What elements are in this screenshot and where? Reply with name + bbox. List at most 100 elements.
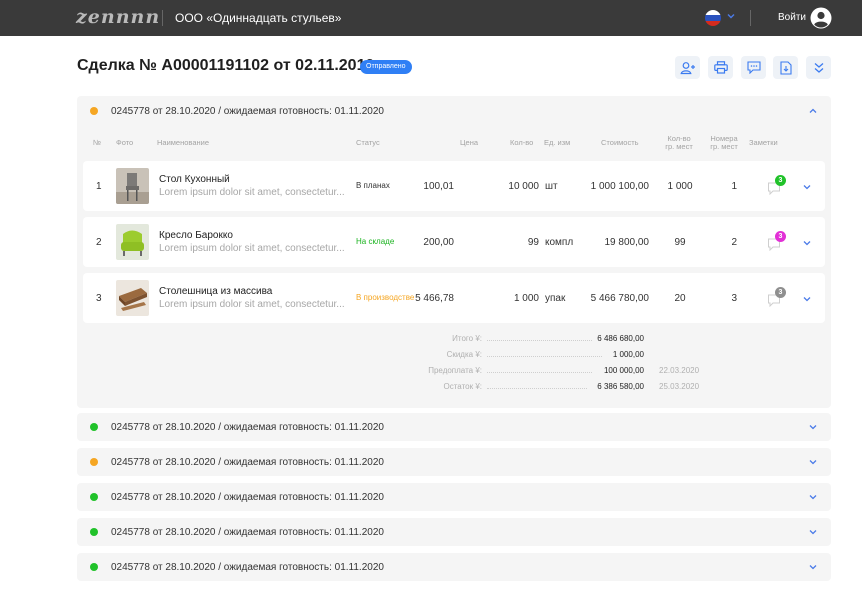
column-header-num: № — [93, 138, 102, 147]
order-status-dot — [90, 458, 98, 466]
notes-button[interactable]: 3 — [767, 287, 787, 309]
chevron-down-icon[interactable] — [808, 422, 818, 432]
column-header-numbers-line2: гр. мест — [710, 142, 738, 151]
order-header[interactable]: 0245778 от 28.10.2020 / ожидаемая готовн… — [111, 527, 384, 538]
chevron-down-icon[interactable] — [802, 294, 812, 304]
summary-rest-value: 6 386 580,00 — [597, 382, 644, 391]
document-button[interactable] — [773, 56, 798, 79]
column-header-status: Статус — [356, 138, 380, 147]
expand-all-icon — [814, 62, 823, 73]
chevron-down-icon[interactable] — [808, 527, 818, 537]
order-header[interactable]: 0245778 от 28.10.2020 / ожидаемая готовн… — [111, 106, 384, 117]
item-unit: шт — [545, 181, 558, 192]
notes-count-badge: 3 — [775, 287, 786, 298]
item-status: В производстве — [356, 293, 415, 302]
column-header-name: Наименование — [157, 138, 209, 147]
item-cost: 5 466 780,00 — [590, 293, 649, 304]
item-status: На складе — [356, 237, 395, 246]
order-row-collapsed[interactable]: 0245778 от 28.10.2020 / ожидаемая готовн… — [77, 413, 831, 441]
item-numbers: 2 — [731, 237, 737, 248]
item-places: 20 — [674, 293, 686, 304]
item-numbers: 1 — [731, 181, 737, 192]
row-number: 1 — [96, 181, 102, 192]
chevron-down-icon[interactable] — [808, 457, 818, 467]
company-name[interactable]: ООО «Одиннадцать стульев» — [175, 11, 341, 25]
logo-divider — [162, 10, 163, 26]
item-unit: компл — [545, 237, 574, 248]
product-photo — [116, 168, 149, 204]
column-header-qty: Кол-во — [510, 138, 534, 147]
row-number: 3 — [96, 293, 102, 304]
order-status-dot — [90, 423, 98, 431]
item-unit: упак — [545, 293, 566, 304]
order-header[interactable]: 0245778 от 28.10.2020 / ожидаемая готовн… — [111, 562, 384, 573]
order-header[interactable]: 0245778 от 28.10.2020 / ожидаемая готовн… — [111, 422, 384, 433]
chevron-down-icon[interactable] — [808, 492, 818, 502]
add-user-button[interactable] — [675, 56, 700, 79]
summary-prepay-label: Предоплата ¥: — [428, 366, 482, 375]
summary-prepay-date: 22.03.2020 — [659, 366, 700, 375]
product-name[interactable]: Кресло Барокко — [159, 230, 233, 241]
print-button[interactable] — [708, 56, 733, 79]
chevron-down-icon[interactable] — [802, 182, 812, 192]
product-description: Lorem ipsum dolor sit amet, consectetur.… — [159, 243, 345, 254]
product-name[interactable]: Стол Кухонный — [159, 174, 230, 185]
chevron-up-icon[interactable] — [808, 106, 818, 116]
notes-count-badge: 3 — [775, 231, 786, 242]
summary-rest-label: Остаток ¥: — [443, 382, 483, 391]
table-row[interactable]: 3 Столешница из массива Lorem ipsum dolo… — [83, 273, 825, 323]
summary-total-value: 6 486 680,00 — [597, 334, 644, 343]
chevron-down-icon[interactable] — [726, 11, 736, 21]
summary-rest-date: 25.03.2020 — [659, 382, 700, 391]
login-button[interactable]: Войти — [778, 12, 806, 23]
document-icon — [779, 60, 792, 75]
chevron-down-icon[interactable] — [802, 238, 812, 248]
add-user-icon — [679, 61, 695, 74]
top-bar: zennnn ООО «Одиннадцать стульев» Войти — [0, 0, 862, 36]
page-title: Сделка № А00001191102 от 02.11.2019 — [77, 57, 375, 74]
order-row-collapsed[interactable]: 0245778 от 28.10.2020 / ожидаемая готовн… — [77, 553, 831, 581]
item-cost: 19 800,00 — [604, 237, 650, 248]
product-description: Lorem ipsum dolor sit amet, consectetur.… — [159, 299, 345, 310]
item-price: 5 466,78 — [415, 293, 454, 304]
item-status: В планах — [356, 181, 390, 190]
product-name[interactable]: Столешница из массива — [159, 286, 272, 297]
order-status-dot — [90, 563, 98, 571]
item-qty: 1 000 — [513, 293, 539, 304]
order-panel-expanded: 0245778 от 28.10.2020 / ожидаемая готовн… — [77, 96, 831, 408]
print-icon — [713, 61, 728, 74]
notes-button[interactable]: 3 — [767, 175, 787, 197]
column-header-places-line2: гр. мест — [665, 142, 693, 151]
table-row[interactable]: 2 Кресло Барокко Lorem ipsum dolor sit a… — [83, 217, 825, 267]
notes-button[interactable]: 3 — [767, 231, 787, 253]
product-photo — [116, 224, 149, 260]
row-number: 2 — [96, 237, 102, 248]
user-avatar-icon[interactable] — [810, 7, 832, 29]
language-flag-icon[interactable] — [705, 10, 721, 26]
expand-all-button[interactable] — [806, 56, 831, 79]
order-row-collapsed[interactable]: 0245778 от 28.10.2020 / ожидаемая готовн… — [77, 448, 831, 476]
comment-icon — [746, 61, 761, 74]
summary-discount-value: 1 000,00 — [612, 350, 644, 359]
notes-count-badge: 3 — [775, 175, 786, 186]
summary-total-label: Итого ¥: — [452, 334, 482, 343]
order-header[interactable]: 0245778 от 28.10.2020 / ожидаемая готовн… — [111, 492, 384, 503]
item-places: 1 000 — [667, 181, 693, 192]
column-header-numbers: Номера гр. мест — [707, 135, 741, 151]
order-row-collapsed[interactable]: 0245778 от 28.10.2020 / ожидаемая готовн… — [77, 483, 831, 511]
column-header-notes: Заметки — [749, 138, 778, 147]
item-qty: 10 000 — [508, 181, 539, 192]
order-status-dot — [90, 107, 98, 115]
summary-prepay-value: 100 000,00 — [603, 366, 644, 375]
logo[interactable]: zennnn — [76, 6, 160, 28]
column-header-cost: Стоимость — [601, 138, 639, 147]
comment-button[interactable] — [741, 56, 766, 79]
chevron-down-icon[interactable] — [808, 562, 818, 572]
order-row-collapsed[interactable]: 0245778 от 28.10.2020 / ожидаемая готовн… — [77, 518, 831, 546]
item-numbers: 3 — [731, 293, 737, 304]
chair-image — [116, 168, 149, 204]
column-header-price: Цена — [460, 138, 479, 147]
item-places: 99 — [674, 237, 686, 248]
table-row[interactable]: 1 Стол Кухонный Lorem ipsum dolor sit am… — [83, 161, 825, 211]
order-header[interactable]: 0245778 от 28.10.2020 / ожидаемая готовн… — [111, 457, 384, 468]
